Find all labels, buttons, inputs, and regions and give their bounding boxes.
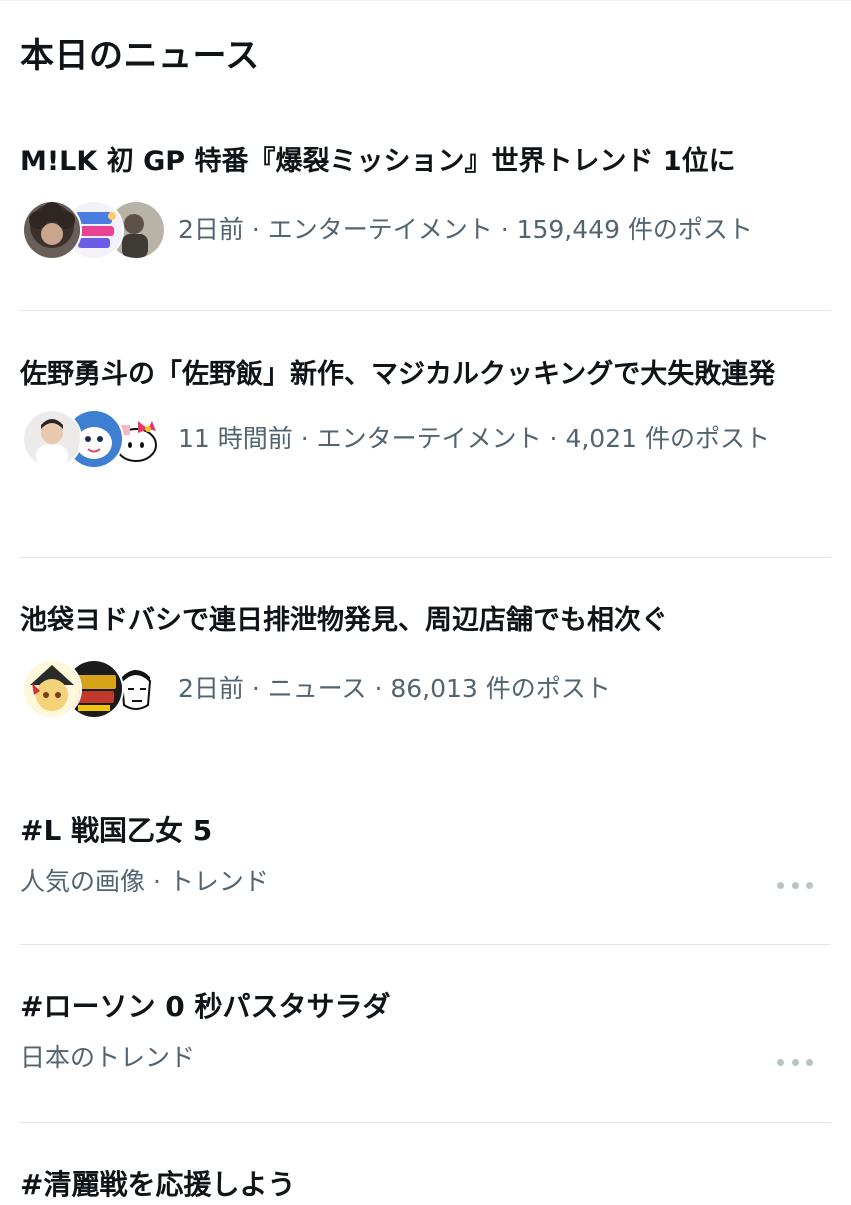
divider (20, 557, 831, 558)
trend-subtitle: 人気の画像 · トレンド (20, 867, 269, 896)
more-horizontal-icon[interactable] (777, 1052, 813, 1072)
avatar-stack (20, 407, 166, 469)
trend-item[interactable]: #ローソン 0 秒パスタサラダ 日本のトレンド (20, 987, 831, 1075)
news-meta: 11 時間前 · エンターテイメント · 4,021 件のポスト (20, 407, 831, 469)
avatar-stack (20, 657, 166, 719)
news-meta-text: 2日前 · エンターテイメント · 159,449 件のポスト (178, 215, 753, 244)
news-headline[interactable]: 佐野勇斗の「佐野飯」新作、マジカルクッキングで大失敗連発 (20, 355, 831, 395)
divider (20, 310, 831, 311)
news-item[interactable]: 池袋ヨドバシで連日排泄物発見、周辺店舗でも相次ぐ 2日前 · ニュース · 86… (20, 601, 831, 719)
trend-item[interactable]: #L 戦国乙女 5 人気の画像 · トレンド (20, 811, 831, 899)
more-horizontal-icon[interactable] (777, 875, 813, 895)
trend-title[interactable]: #清麗戦を応援しよう (20, 1165, 831, 1205)
trend-title[interactable]: #ローソン 0 秒パスタサラダ (20, 987, 831, 1027)
news-meta-text: 11 時間前 · エンターテイメント · 4,021 件のポスト (178, 424, 770, 453)
trend-title[interactable]: #L 戦国乙女 5 (20, 811, 831, 851)
trend-item[interactable]: #清麗戦を応援しよう (20, 1165, 831, 1205)
divider (20, 944, 831, 945)
avatar (22, 659, 82, 719)
news-meta: 2日前 · ニュース · 86,013 件のポスト (20, 657, 831, 719)
avatar (22, 200, 82, 260)
news-meta-text: 2日前 · ニュース · 86,013 件のポスト (178, 674, 611, 703)
news-item[interactable]: M!LK 初 GP 特番『爆裂ミッション』世界トレンド 1位に 2日前 · エン… (20, 142, 831, 260)
avatar (22, 409, 82, 469)
divider (20, 1122, 831, 1123)
news-meta: 2日前 · エンターテイメント · 159,449 件のポスト (20, 198, 831, 260)
top-border (0, 0, 851, 1)
trend-subtitle: 日本のトレンド (20, 1043, 196, 1072)
news-headline[interactable]: M!LK 初 GP 特番『爆裂ミッション』世界トレンド 1位に (20, 142, 831, 182)
section-title: 本日のニュース (20, 36, 260, 76)
avatar-stack (20, 198, 166, 260)
news-item[interactable]: 佐野勇斗の「佐野飯」新作、マジカルクッキングで大失敗連発 11 時間前 · エン… (20, 355, 831, 469)
news-headline[interactable]: 池袋ヨドバシで連日排泄物発見、周辺店舗でも相次ぐ (20, 601, 831, 641)
